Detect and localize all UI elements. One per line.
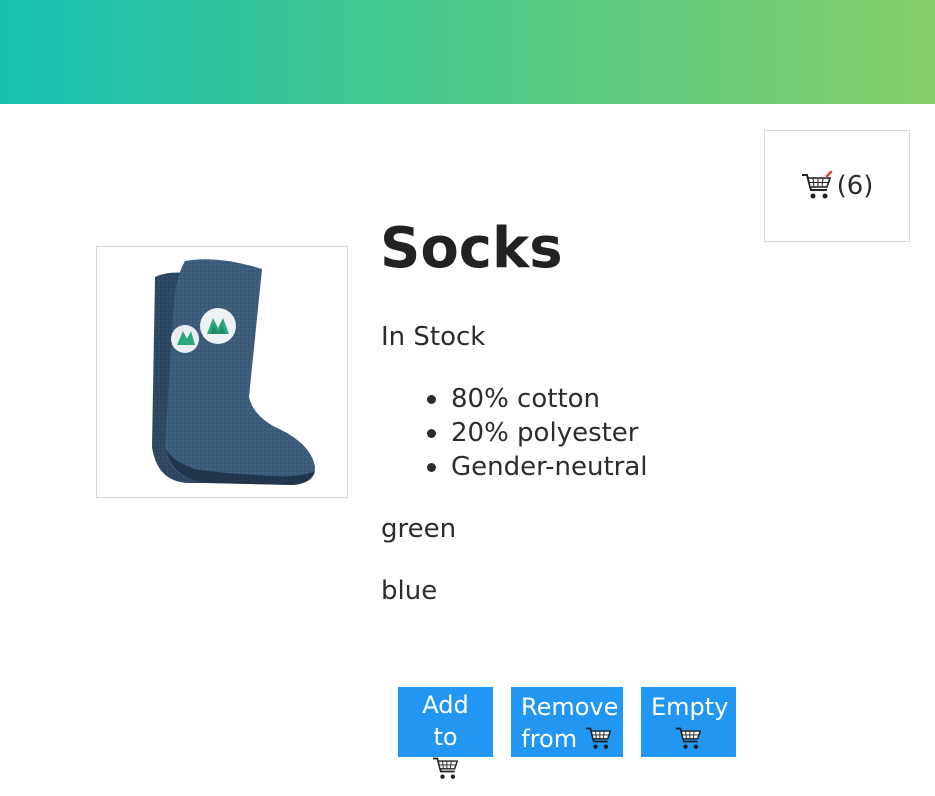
detail-item: Gender-neutral [427, 452, 648, 482]
stock-status: In Stock [381, 322, 486, 352]
detail-item: 80% cotton [427, 382, 648, 416]
shopping-cart-icon [585, 727, 611, 749]
product-title: Socks [380, 216, 563, 281]
shopping-cart-icon [432, 757, 458, 779]
detail-item: 20% polyester [427, 416, 648, 450]
empty-button-label: Empty [651, 693, 729, 721]
add-to-cart-button[interactable]: Add to [398, 687, 493, 779]
remove-button-label: Remove [521, 693, 619, 721]
shopping-cart-icon [675, 727, 701, 749]
cart-summary: (6) [764, 130, 910, 242]
remove-from-cart-button[interactable]: Remove from [511, 687, 623, 757]
variant-green[interactable]: green [381, 512, 456, 546]
remove-button-label-from: from [521, 725, 578, 753]
variant-blue[interactable]: blue [381, 574, 437, 608]
cart-count: (6) [836, 171, 874, 201]
add-button-label: Add to [422, 691, 469, 751]
nav-bar [0, 0, 935, 104]
socks-image [152, 259, 315, 485]
product-details-list: 80% cotton 20% polyester Gender-neutral [381, 382, 648, 484]
shopping-cart-icon [801, 171, 832, 199]
product-image [96, 246, 348, 498]
empty-cart-button[interactable]: Empty [641, 687, 736, 757]
